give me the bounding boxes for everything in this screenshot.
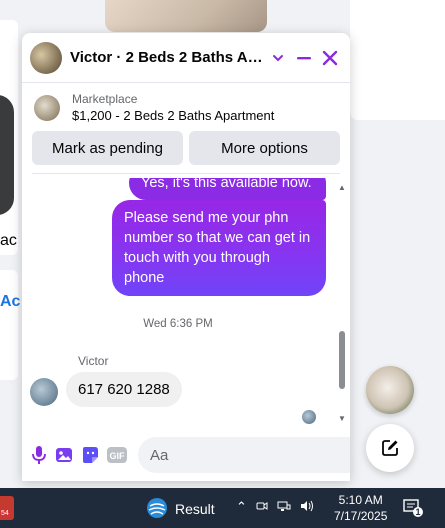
scroll-down-arrow-icon[interactable]: ▼ (338, 414, 346, 423)
scrollbar-thumb[interactable] (339, 331, 345, 389)
background-thumbnail (105, 0, 267, 32)
weather-icon[interactable] (145, 496, 169, 525)
minimize-icon[interactable] (292, 46, 316, 70)
chevron-up-icon[interactable]: ⌃ (236, 499, 247, 515)
svg-text:GIF: GIF (110, 451, 126, 461)
photo-icon[interactable] (54, 442, 74, 468)
message-input-wrapper (138, 437, 350, 473)
message-input[interactable] (150, 446, 349, 464)
system-tray: ⌃ (236, 499, 314, 515)
close-icon[interactable] (318, 46, 342, 70)
taskbar-badge: 54 (0, 510, 10, 517)
outgoing-message[interactable]: Yes, it's this available now. (129, 178, 326, 200)
new-message-button[interactable] (366, 424, 414, 472)
chat-window: Victor · 2 Beds 2 Baths Ap... Marketplac… (22, 33, 350, 481)
message-list: Yes, it's this available now. Please sen… (22, 178, 350, 428)
marketplace-label: Marketplace (72, 92, 138, 106)
marketplace-banner: Marketplace $1,200 - 2 Beds 2 Baths Apar… (22, 83, 350, 174)
camera-icon[interactable] (256, 500, 268, 515)
background-text: ac (0, 232, 17, 249)
background-link[interactable]: Ac (0, 293, 20, 311)
gif-icon[interactable]: GIF (106, 442, 128, 468)
chat-title[interactable]: Victor · 2 Beds 2 Baths Ap... (70, 49, 265, 66)
background-card (350, 0, 445, 120)
background-card (0, 270, 18, 380)
clock-date: 7/17/2025 (334, 509, 388, 523)
avatar[interactable] (30, 378, 58, 406)
outgoing-message[interactable]: Please send me your phn number so that w… (112, 200, 326, 296)
clock-time: 5:10 AM (338, 493, 383, 507)
background-image (0, 95, 14, 215)
clock[interactable]: 5:10 AM 7/17/2025 (334, 492, 387, 524)
message-timestamp: Wed 6:36 PM (143, 318, 213, 330)
seen-indicator-avatar (302, 410, 316, 424)
chat-head-avatar[interactable] (366, 366, 414, 414)
microphone-icon[interactable] (30, 442, 48, 468)
message-composer: GIF (22, 429, 350, 481)
listing-thumbnail[interactable] (34, 95, 60, 121)
taskbar: 54 Result ⌃ 5:10 AM 7/17/2025 1 (0, 488, 445, 528)
network-icon[interactable] (277, 500, 291, 515)
weather-label[interactable]: Result (175, 501, 215, 517)
incoming-message[interactable]: 617 620 1288 (66, 372, 182, 407)
notification-center-button[interactable]: 1 (402, 498, 424, 523)
scroll-up-arrow-icon[interactable]: ▲ (338, 183, 346, 192)
sticker-icon[interactable] (80, 442, 100, 468)
notification-count: 1 (415, 507, 421, 517)
chevron-down-icon[interactable] (267, 46, 291, 70)
more-options-button[interactable]: More options (189, 131, 340, 165)
emoji-icon[interactable] (349, 442, 350, 469)
avatar[interactable] (30, 41, 62, 74)
listing-title[interactable]: $1,200 - 2 Beds 2 Baths Apartment (72, 107, 274, 125)
volume-icon[interactable] (300, 500, 314, 515)
sender-name: Victor (78, 354, 109, 368)
mark-as-pending-button[interactable]: Mark as pending (32, 131, 183, 165)
scrollbar[interactable]: ▲ ▼ (338, 183, 346, 423)
compose-icon (382, 440, 398, 456)
chat-header: Victor · 2 Beds 2 Baths Ap... (22, 33, 350, 83)
